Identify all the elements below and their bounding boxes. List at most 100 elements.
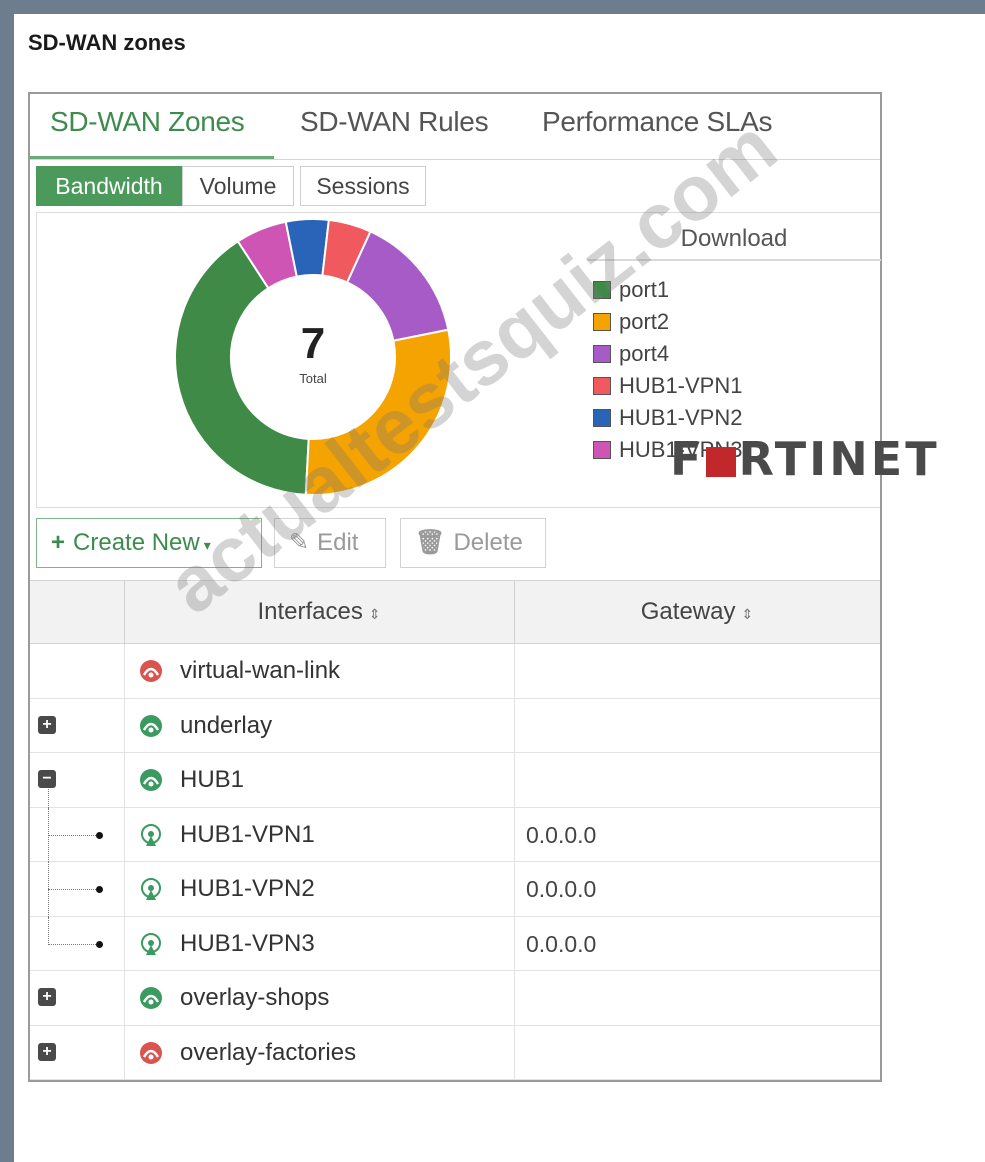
sdwan-panel: SD-WAN Zones SD-WAN Rules Performance SL… [28,92,882,1082]
window-frame-left [0,0,14,1162]
table-header: Interfaces ⇕ Gateway ⇕ [30,580,880,645]
cell-divider [514,807,515,861]
caret-down-icon: ▾ [203,537,211,553]
cell-divider [124,753,125,807]
zone-down-icon [138,658,164,684]
cell-divider [514,1025,515,1079]
cell-divider [124,698,125,752]
table-row[interactable]: HUB1-VPN3 0.0.0.0 [30,916,880,971]
tree-node-dot [96,940,103,948]
total-count: 7 [300,319,326,368]
sort-icon: ⇕ [368,606,381,622]
create-new-label: Create New [73,529,200,556]
tree-node-dot [96,886,103,893]
legend-swatch [593,313,611,331]
interface-name: HUB1 [180,766,245,793]
table-row[interactable]: HUB1-VPN2 0.0.0.0 [30,862,880,917]
tab-performance-slas[interactable]: Performance SLAs [542,106,773,138]
tab-sdwan-rules[interactable]: SD-WAN Rules [300,106,489,138]
column-header-gateway[interactable]: Gateway ⇕ [514,581,880,645]
tunnel-interface-icon [138,876,164,902]
column-header-interfaces[interactable]: Interfaces ⇕ [124,581,514,645]
interface-name: HUB1-VPN2 [180,875,315,902]
interface-name: overlay-shops [180,984,330,1011]
plus-icon: + [51,529,66,556]
legend-item[interactable]: port2 [593,307,742,339]
cell-divider [514,753,515,807]
cell-divider [514,916,515,970]
table-body: virtual-wan-link + underlay − HUB1 HUB1-VPN1 0… [30,644,880,1080]
cell-divider [514,971,515,1025]
subtab-volume[interactable]: Volume [182,166,294,206]
collapse-icon[interactable]: − [38,770,56,788]
legend-label: HUB1-VPN2 [619,405,743,430]
cell-divider [124,807,125,861]
interface-name: HUB1-VPN3 [180,929,315,957]
active-tab-indicator [30,156,274,159]
page-title: SD-WAN zones [28,30,186,55]
subtab-sessions[interactable]: Sessions [300,166,426,206]
legend-item[interactable]: HUB1-VPN1 [593,371,742,403]
cell-divider [124,971,125,1025]
trash-icon: 🗑 [415,529,446,556]
legend-label: port4 [619,341,670,366]
tree-connector [48,943,96,945]
delete-button[interactable]: 🗑 Delete [400,518,546,568]
legend-item[interactable]: HUB1-VPN2 [593,403,742,435]
legend-swatch [593,345,611,363]
column-header-interfaces-label: Interfaces [257,598,363,625]
table-row[interactable]: + overlay-factories [30,1025,880,1080]
zone-up-icon [138,713,164,739]
table-row[interactable]: − HUB1 [30,753,880,808]
tab-sdwan-zones[interactable]: SD-WAN Zones [50,106,245,138]
table-row[interactable]: + underlay [30,698,880,753]
cell-divider [514,862,515,916]
subtab-bandwidth[interactable]: Bandwidth [36,166,182,206]
zone-down-icon [138,1040,164,1066]
delete-label: Delete [453,529,523,556]
table-row[interactable]: virtual-wan-link [30,644,880,699]
edit-label: Edit [317,529,359,556]
tree-connector [48,834,96,836]
zones-table: Interfaces ⇕ Gateway ⇕ virtual-wan-link + un… [30,580,880,1080]
expand-icon[interactable]: + [38,1042,56,1061]
donut-slice-port4[interactable] [345,230,450,342]
pencil-icon: ✎ [289,529,310,556]
legend-label: port2 [619,309,670,334]
tree-connector [48,789,49,808]
tree-connector [48,916,49,945]
table-row[interactable]: HUB1-VPN1 0.0.0.0 [30,807,880,862]
window-frame-top [0,0,985,14]
tree-connector [48,889,96,890]
legend-item[interactable]: port1 [593,275,742,307]
zone-up-icon [138,985,164,1011]
legend-swatch [593,409,611,427]
expand-icon[interactable]: + [38,715,56,734]
expand-icon[interactable]: + [38,988,56,1006]
cell-divider [124,916,125,970]
cell-divider [514,698,515,752]
cell-divider [124,1025,125,1079]
interface-name: virtual-wan-link [180,657,341,684]
cell-divider [124,862,125,916]
create-new-button[interactable]: + Create New ▾ [36,518,262,568]
gateway-value: 0.0.0.0 [526,876,597,902]
sort-icon: ⇕ [741,606,754,622]
gateway-value: 0.0.0.0 [526,930,597,957]
interface-name: HUB1-VPN1 [180,820,315,848]
cell-divider [124,644,125,698]
tunnel-interface-icon [138,931,164,957]
interface-name: overlay-factories [180,1038,357,1066]
tree-node-dot [96,831,103,839]
cell-divider [514,644,515,698]
legend-label: port1 [619,277,670,302]
zone-up-icon [138,767,164,793]
legend-item[interactable]: port4 [593,339,742,371]
edit-button[interactable]: ✎ Edit [274,518,386,568]
gateway-value: 0.0.0.0 [526,821,597,848]
column-header-gateway-label: Gateway [640,598,736,625]
table-row[interactable]: + overlay-shops [30,971,880,1026]
fortinet-logo: F RTINET [670,432,940,486]
tab-bar: SD-WAN Zones SD-WAN Rules Performance SL… [30,94,880,160]
tunnel-interface-icon [138,822,164,848]
